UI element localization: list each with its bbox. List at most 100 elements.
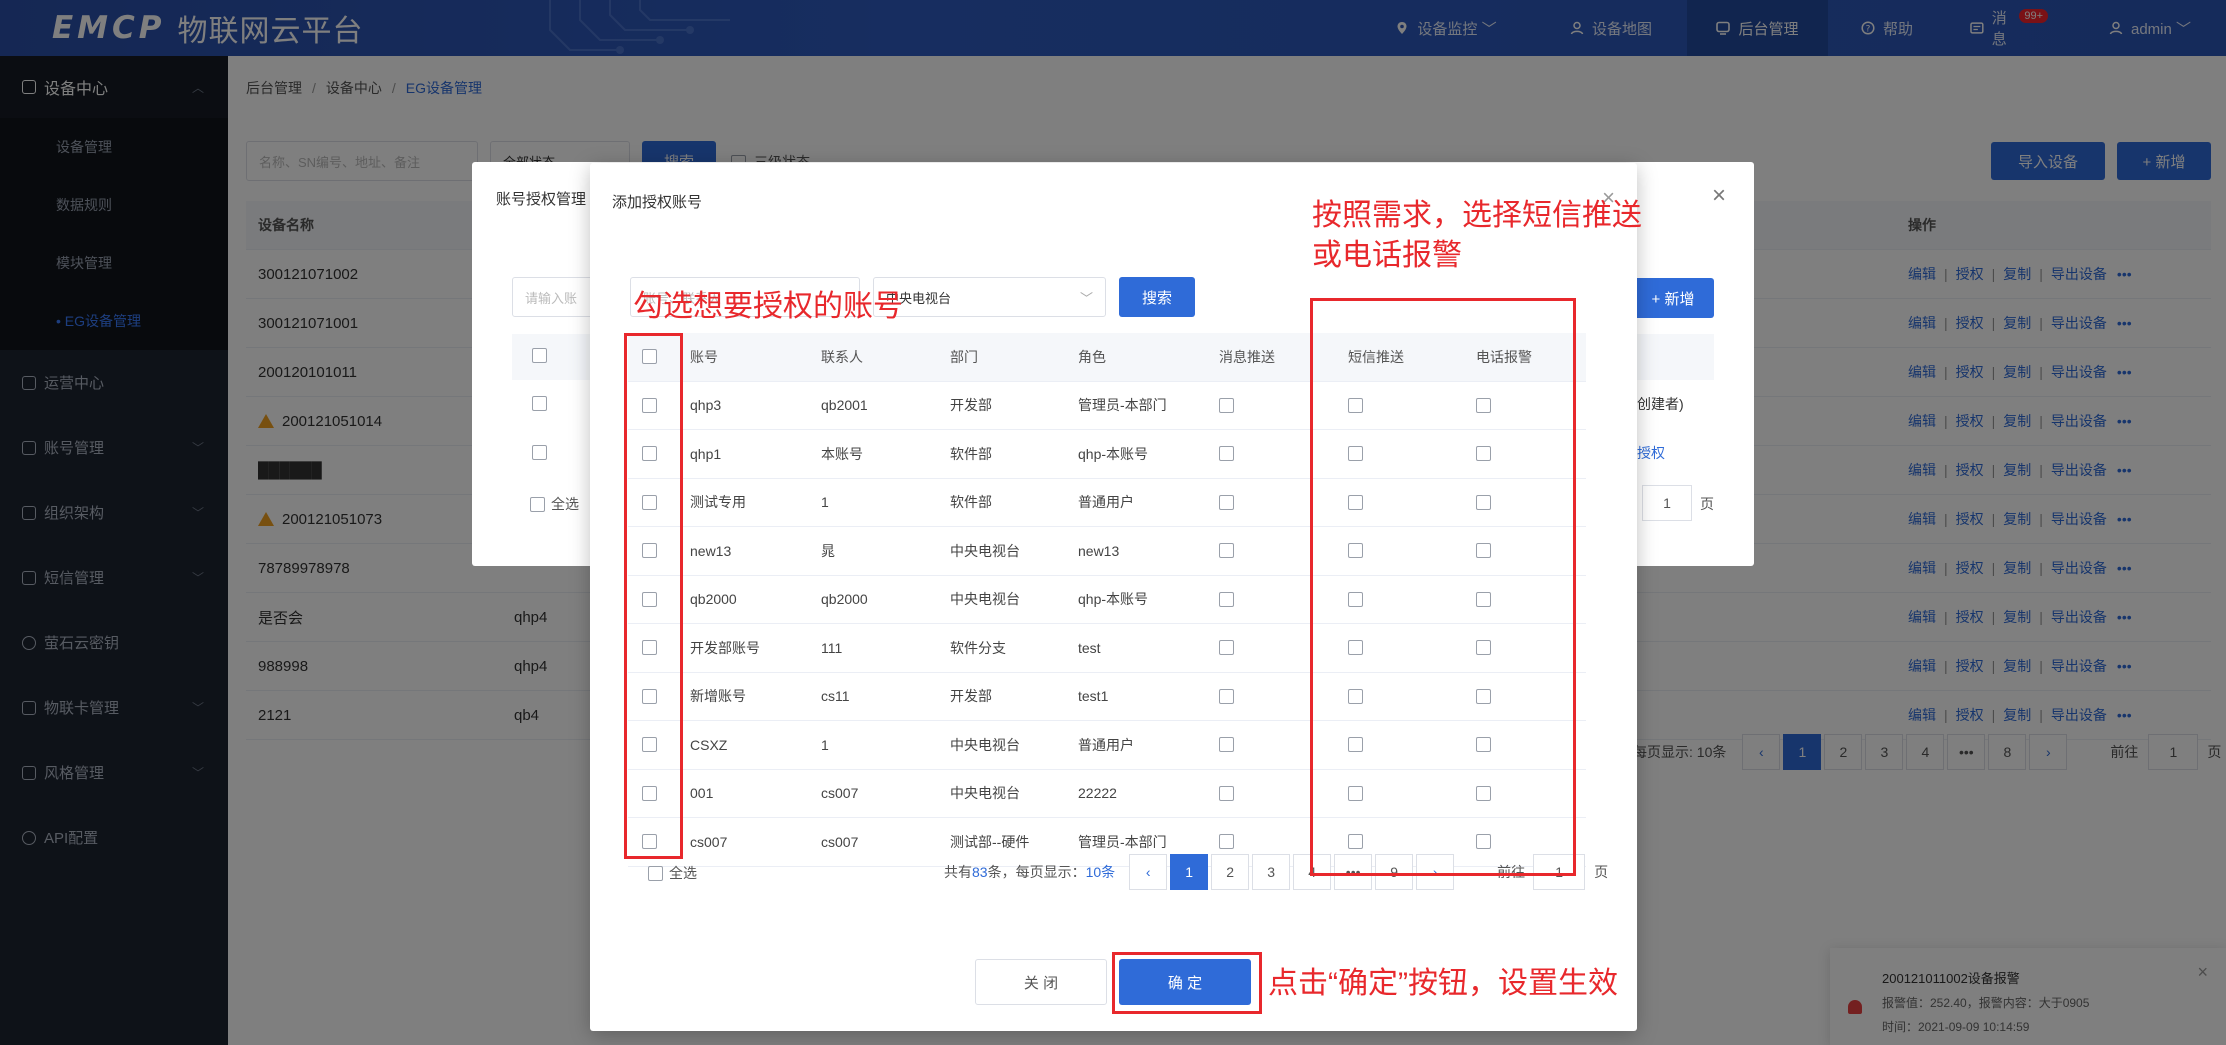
annotation-box-checkbox-column bbox=[624, 333, 683, 859]
page-size[interactable]: 10条 bbox=[1086, 862, 1116, 882]
dialog-title: 添加授权账号 bbox=[612, 194, 703, 211]
close-button[interactable]: 关 闭 bbox=[975, 959, 1107, 1005]
contact-cell: 晁 bbox=[821, 542, 835, 559]
account-cell: new13 bbox=[690, 542, 732, 559]
dept-cell: 中央电视台 bbox=[950, 542, 1020, 559]
role-cell: test1 bbox=[1078, 688, 1109, 704]
checkbox bbox=[1219, 640, 1234, 655]
contact-cell: cs11 bbox=[821, 688, 850, 704]
msg-push-checkbox[interactable] bbox=[1219, 430, 1234, 477]
account-auth-title: 账号授权管理 bbox=[496, 191, 587, 208]
alarm-toast[interactable]: 200121011002设备报警 报警值：252.40，报警内容：大于0905 … bbox=[1830, 948, 2226, 1045]
role-cell: test bbox=[1078, 639, 1101, 656]
account-add-button[interactable]: + 新增 bbox=[1632, 278, 1714, 318]
goto-unit: 页 bbox=[1594, 864, 1609, 880]
msg-push-checkbox[interactable] bbox=[1219, 770, 1234, 817]
role-cell: 普通用户 bbox=[1078, 736, 1134, 753]
bg-goto-unit: 页 bbox=[1700, 496, 1714, 512]
dept-cell: 软件分支 bbox=[950, 639, 1006, 656]
bg-cell-fragment: 创建者) bbox=[1637, 396, 1684, 412]
header-account: 账号 bbox=[690, 348, 718, 365]
checkbox[interactable] bbox=[532, 396, 547, 411]
annotation-select-accounts: 勾选想要授权的账号 bbox=[633, 290, 903, 323]
msg-push-checkbox[interactable] bbox=[1219, 576, 1234, 623]
select-all-label: 全选 bbox=[551, 496, 579, 512]
checkbox bbox=[1219, 834, 1234, 849]
annotation-choose-push: 按照需求，选择短信推送 或电话报警 bbox=[1312, 199, 1642, 272]
dialog-select-all[interactable]: 全选 bbox=[648, 863, 697, 883]
account-cell: 测试专用 bbox=[690, 494, 746, 510]
checkbox bbox=[1219, 543, 1234, 558]
checkbox bbox=[1219, 688, 1234, 704]
role-cell: 管理员-本部门 bbox=[1078, 397, 1167, 413]
total-count: 83 bbox=[972, 864, 988, 880]
bg-cell-fragment[interactable]: 授权 bbox=[1637, 443, 1665, 463]
total-suffix: 条，每页显示： bbox=[987, 864, 1086, 880]
prev-page-button[interactable]: ‹ bbox=[1129, 854, 1168, 890]
checkbox[interactable] bbox=[532, 348, 547, 363]
toast-dim bbox=[1830, 948, 2226, 1045]
msg-push-checkbox[interactable] bbox=[1219, 624, 1234, 671]
account-cell: 001 bbox=[690, 785, 714, 801]
dept-cell: 中央电视台 bbox=[950, 736, 1020, 753]
annotation-click-confirm: 点击“确定”按钮，设置生效 bbox=[1268, 967, 1618, 1000]
dept-cell: 软件部 bbox=[950, 445, 992, 462]
header-dept: 部门 bbox=[950, 348, 978, 365]
checkbox bbox=[1219, 737, 1234, 752]
account-cell: qhp3 bbox=[690, 397, 722, 413]
checkbox bbox=[1219, 397, 1234, 413]
annotation-box-push-columns bbox=[1310, 298, 1576, 876]
dept-cell: 中央电视台 bbox=[950, 591, 1020, 607]
account-cell: 开发部账号 bbox=[690, 639, 760, 656]
checkbox[interactable] bbox=[532, 445, 547, 460]
msg-push-checkbox[interactable] bbox=[1219, 673, 1234, 720]
role-cell: 普通用户 bbox=[1078, 494, 1134, 510]
msg-push-checkbox[interactable] bbox=[1219, 721, 1234, 768]
checkbox bbox=[1219, 591, 1234, 607]
msg-push-checkbox[interactable] bbox=[1219, 527, 1234, 574]
checkbox bbox=[1219, 494, 1234, 510]
checkbox bbox=[648, 865, 663, 881]
contact-cell: 1 bbox=[821, 494, 829, 510]
role-cell: new13 bbox=[1078, 542, 1120, 559]
contact-cell: 111 bbox=[821, 639, 843, 656]
annotation-box-confirm bbox=[1112, 952, 1262, 1014]
page-button[interactable]: 1 bbox=[1170, 854, 1209, 890]
msg-push-checkbox[interactable] bbox=[1219, 382, 1234, 429]
contact-cell: cs007 bbox=[821, 785, 859, 801]
dialog-search-button[interactable]: 搜索 bbox=[1119, 277, 1195, 317]
msg-push-checkbox[interactable] bbox=[1219, 479, 1234, 526]
contact-cell: qb2001 bbox=[821, 397, 868, 413]
dept-cell: 开发部 bbox=[950, 688, 992, 704]
checkbox bbox=[1219, 446, 1234, 461]
checkbox bbox=[530, 496, 545, 512]
account-cell: 新增账号 bbox=[690, 688, 746, 704]
bg-goto-page-input[interactable]: 1 bbox=[1642, 485, 1692, 521]
dept-select[interactable]: 中央电视台 ﹀ bbox=[873, 277, 1106, 317]
account-cell: qhp1 bbox=[690, 445, 722, 462]
account-cell: qb2000 bbox=[690, 591, 737, 607]
dept-cell: 软件部 bbox=[950, 494, 992, 510]
dept-cell: 开发部 bbox=[950, 397, 992, 413]
chevron-down-icon: ﹀ bbox=[1079, 290, 1093, 306]
role-cell: qhp-本账号 bbox=[1078, 591, 1149, 607]
bg-select-all[interactable]: 全选 bbox=[530, 494, 579, 514]
close-icon[interactable]: × bbox=[1712, 182, 1726, 210]
contact-cell: cs007 bbox=[821, 833, 859, 850]
header-contact: 联系人 bbox=[821, 348, 863, 365]
account-cell: cs007 bbox=[690, 833, 728, 850]
placeholder: 请输入账 bbox=[525, 290, 578, 306]
header-role: 角色 bbox=[1078, 348, 1106, 365]
contact-cell: 1 bbox=[821, 736, 829, 753]
page-button[interactable]: 3 bbox=[1252, 854, 1291, 890]
account-cell: CSXZ bbox=[690, 736, 728, 753]
dept-cell: 中央电视台 bbox=[950, 785, 1020, 801]
contact-cell: qb2000 bbox=[821, 591, 868, 607]
role-cell: qhp-本账号 bbox=[1078, 445, 1149, 462]
checkbox bbox=[1219, 785, 1234, 801]
role-cell: 22222 bbox=[1078, 785, 1117, 801]
contact-cell: 本账号 bbox=[821, 445, 863, 462]
header-msg-push: 消息推送 bbox=[1219, 348, 1275, 365]
total-prefix: 共有 bbox=[944, 864, 972, 880]
page-button[interactable]: 2 bbox=[1211, 854, 1250, 890]
